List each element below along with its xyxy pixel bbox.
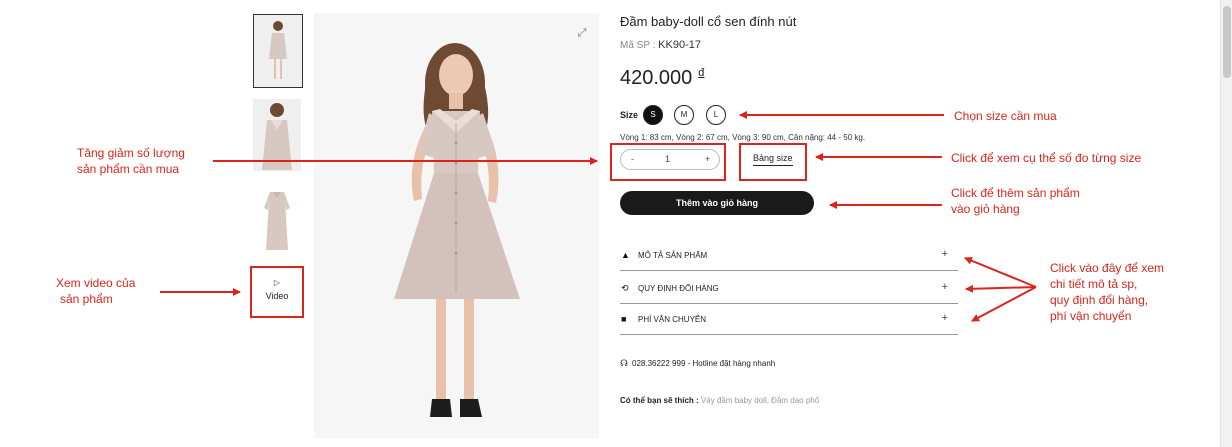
arrow-accordion-3 [971, 286, 1037, 322]
scrollbar-thumb[interactable] [1223, 6, 1231, 78]
annotation-size-guide: Click để xem cụ thể số đo từng size [951, 151, 1142, 165]
accordion-exchange-policy[interactable]: ⟲ QUY ĐỊNH ĐỔI HÀNG + [620, 273, 958, 304]
video-label: Video [265, 291, 289, 301]
currency-symbol: đ [698, 67, 705, 79]
arrow-accordion-2 [965, 284, 1037, 293]
add-to-cart-button[interactable]: Thêm vào giỏ hàng [620, 191, 814, 215]
exchange-icon: ⟲ [621, 283, 629, 293]
annotation-video: Xem video của sản phẩm [56, 275, 135, 307]
truck-icon: ■ [621, 314, 627, 324]
sku-label: Mã SP : [620, 40, 656, 51]
annotation-line: sản phẩm cần mua [77, 162, 180, 176]
accordion-label: QUY ĐỊNH ĐỔI HÀNG [638, 284, 719, 293]
size-option-m[interactable]: M [674, 105, 694, 125]
model-figure [394, 43, 520, 417]
scrollbar[interactable] [1220, 0, 1232, 447]
accordion-label: PHÍ VẬN CHUYỂN [638, 315, 707, 324]
annotation-line: sản phẩm [60, 292, 113, 306]
sku-value: KK90-17 [658, 39, 701, 51]
annotation-line: Tăng giảm số lượng [77, 146, 185, 160]
annotation-accordion: Click vào đây để xem chi tiết mô tả sp, … [1050, 260, 1164, 324]
thumbnail-model-image [269, 21, 287, 79]
product-title: Đầm baby-doll cổ sen đính nút [620, 14, 797, 29]
annotation-line: chi tiết mô tả sp, [1050, 277, 1138, 291]
size-label: Size [620, 110, 639, 120]
annotation-line: phí vận chuyển [1050, 309, 1132, 323]
product-sku: Mã SP : KK90-17 [620, 39, 701, 51]
annotation-line: Click vào đây để xem [1050, 261, 1165, 275]
annotation-line: vào giỏ hàng [951, 202, 1020, 216]
headset-icon: ☊ [620, 358, 628, 368]
size-measurements: Vòng 1: 83 cm, Vòng 2: 67 cm, Vòng 3: 90… [620, 133, 866, 142]
accordion-label: MÔ TẢ SẢN PHẨM [638, 251, 708, 260]
expand-plus-icon[interactable]: + [942, 312, 948, 324]
hotline-text: 028.36222 999 - Hotline đặt hàng nhanh [632, 359, 776, 368]
annotation-size: Chọn size cần mua [954, 109, 1057, 123]
suggestion-links[interactable]: Váy đầm baby doll, Đầm dạo phố [701, 396, 819, 405]
arrow-accordion-1 [964, 256, 1037, 288]
product-price: 420.000 đ [620, 67, 704, 90]
size-guide-highlight-box [739, 143, 807, 181]
fullscreen-icon[interactable]: ⤢ [576, 27, 588, 39]
expand-plus-icon[interactable]: + [942, 248, 948, 260]
annotation-line: quy định đổi hàng, [1050, 293, 1149, 307]
gallery-thumbnail-3[interactable] [253, 184, 301, 256]
dress-icon: ▲ [621, 250, 630, 260]
thumbnail-detail-image [262, 103, 292, 170]
suggestions: Có thể bạn sẽ thích : Váy đầm baby doll,… [620, 396, 819, 405]
main-product-image [314, 13, 599, 438]
price-value: 420.000 [620, 67, 693, 89]
size-option-l[interactable]: L [706, 105, 726, 125]
annotation-arrows [160, 111, 1037, 322]
accordion-description[interactable]: ▲ MÔ TẢ SẢN PHẨM + [620, 240, 958, 271]
suggestions-label: Có thể bạn sẽ thích : [620, 396, 699, 405]
hotline[interactable]: ☊ 028.36222 999 - Hotline đặt hàng nhanh [620, 358, 775, 369]
accordion-shipping[interactable]: ■ PHÍ VẬN CHUYỂN + [620, 304, 958, 335]
quantity-highlight-box [610, 143, 726, 181]
annotation-cart: Click để thêm sản phẩm vào giỏ hàng [951, 185, 1080, 217]
play-icon: ▷ [273, 278, 281, 287]
video-thumbnail[interactable]: ▷ Video [250, 266, 304, 318]
size-option-s[interactable]: S [643, 105, 663, 125]
annotation-qty: Tăng giảm số lượng sản phẩm cần mua [77, 145, 185, 177]
gallery-thumbnail-1[interactable] [253, 14, 303, 88]
expand-plus-icon[interactable]: + [942, 281, 948, 293]
annotation-line: Click để thêm sản phẩm [951, 186, 1080, 200]
annotation-line: Xem video của [56, 276, 136, 290]
thumbnail-dress-image [264, 192, 290, 250]
gallery-thumbnail-2[interactable] [253, 99, 301, 171]
